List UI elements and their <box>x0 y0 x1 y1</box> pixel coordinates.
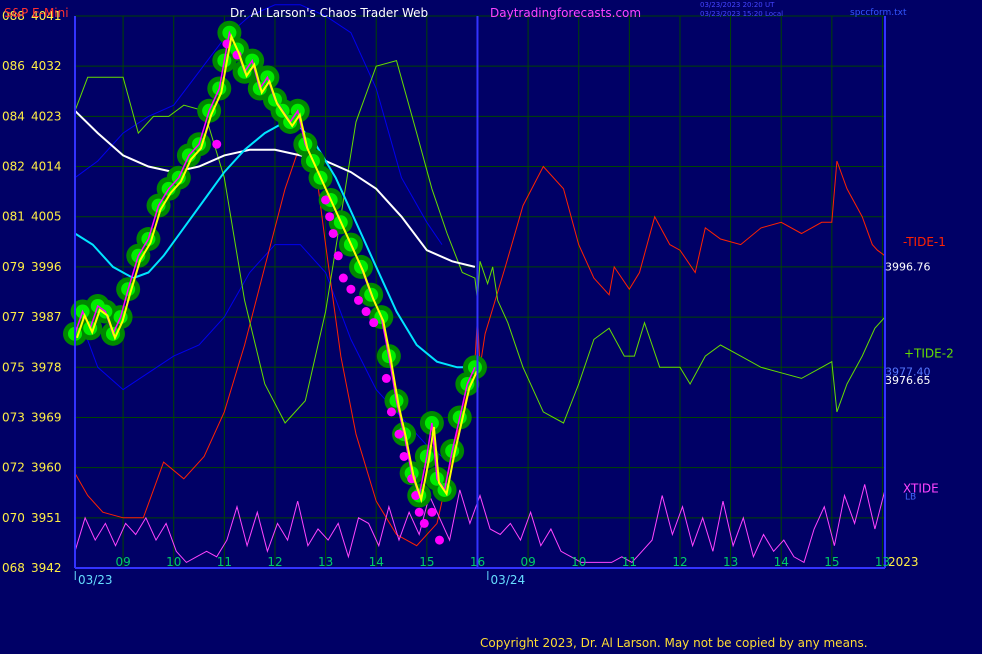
y-tick-left: 081 <box>2 210 25 224</box>
x-tick-label: 13 <box>318 555 333 569</box>
price-marker-dot <box>354 295 363 305</box>
header-time-local: 03/23/2023 15:20 Local <box>700 10 783 18</box>
header-time-ut: 03/23/2023 20:20 UT <box>700 1 775 9</box>
xtide-line <box>74 484 886 564</box>
y-tick-right: 3942 <box>31 561 62 575</box>
date-label: 03/24 <box>491 573 526 587</box>
price-marker-dot <box>333 251 343 261</box>
header-site: Daytradingforecasts.com <box>490 6 641 20</box>
x-tick-label: 14 <box>774 555 789 569</box>
price-marker-dot <box>346 284 356 294</box>
last-value-label: 3996.76 <box>885 261 931 274</box>
price-marker-dot <box>427 507 437 517</box>
upper-band-line <box>74 4 443 245</box>
tide-1-line <box>74 143 886 547</box>
price-marker-dot <box>369 318 379 328</box>
price-marker-dot <box>381 373 391 383</box>
y-tick-left: 086 <box>2 59 25 73</box>
y-tick-right: 4014 <box>31 160 62 174</box>
y-tick-right: 4023 <box>31 109 62 123</box>
y-tick-right: 3951 <box>31 511 62 525</box>
header-author: Dr. Al Larson's Chaos Trader Web <box>230 6 428 20</box>
y-tick-right: 3969 <box>31 410 62 424</box>
date-label: 03/23 <box>78 573 113 587</box>
x-tick-label: 09 <box>115 555 130 569</box>
x-tick-label: 14 <box>369 555 384 569</box>
x-tick-label: 15 <box>824 555 839 569</box>
y-tick-left: 077 <box>2 310 25 324</box>
price-marker-dot <box>394 429 404 439</box>
y-tick-left: 075 <box>2 360 25 374</box>
series-label: LB <box>905 493 916 503</box>
series-label: -TIDE-1 <box>903 235 946 249</box>
y-tick-left: 068 <box>2 561 25 575</box>
y-tick-right: 3996 <box>31 260 62 274</box>
y-tick-left: 073 <box>2 410 25 424</box>
header-file: spccform.txt <box>850 8 907 18</box>
price-marker-dot <box>419 518 429 528</box>
y-tick-right: 3978 <box>31 360 62 374</box>
price-marker-dot <box>338 273 348 283</box>
series-labels: -TIDE-1+TIDE-2XTIDELB3996.763977.403976.… <box>885 235 954 503</box>
header-symbol: S&P E-Mini <box>4 6 69 20</box>
y-tick-right: 4032 <box>31 59 62 73</box>
price-marker-dot <box>212 139 222 149</box>
price-marker-dot <box>325 212 335 222</box>
x-tick-label: 13 <box>723 555 738 569</box>
price-bar <box>467 360 482 375</box>
x-tick-label: 10 <box>571 555 586 569</box>
copyright-footer: Copyright 2023, Dr. Al Larson. May not b… <box>480 636 868 650</box>
last-value-label: 3976.65 <box>885 374 931 387</box>
y-tick-left: 082 <box>2 160 25 174</box>
y-tick-right: 3960 <box>31 461 62 475</box>
series-label: +TIDE-2 <box>904 346 954 360</box>
x-tick-label: 11 <box>622 555 637 569</box>
x-tick-label: 12 <box>672 555 687 569</box>
price-marker-dot <box>435 535 444 545</box>
y-tick-left: 084 <box>2 109 25 123</box>
x-tick-label: 12 <box>267 555 282 569</box>
x-tick-label: 15 <box>419 555 434 569</box>
chaos-trader-chart: 088 4041086 4032084 4023082 4014081 4005079 39… <box>2 1 954 650</box>
y-tick-right: 3987 <box>31 310 62 324</box>
plot-frame <box>74 16 886 569</box>
y-tick-left: 070 <box>2 511 25 525</box>
x-tick-label: 11 <box>217 555 232 569</box>
y-tick-left: 072 <box>2 461 25 475</box>
y-tick-right: 4005 <box>31 210 62 224</box>
price-marker-dot <box>414 507 424 517</box>
y-tick-left: 079 <box>2 260 25 274</box>
price-marker-dot <box>399 451 409 461</box>
price-marker-dot <box>386 407 396 417</box>
year-label: 2023 <box>888 555 919 569</box>
grid <box>75 15 885 569</box>
x-tick-label: 16 <box>470 555 485 569</box>
chart-area: 088 4041 086 4032 084 4023 082 4014 081 4005 079 39… <box>0 0 982 650</box>
price-marker-dot <box>361 307 371 317</box>
price-marker-dot <box>328 228 338 238</box>
x-tick-label: 09 <box>520 555 535 569</box>
x-tick-label: 10 <box>166 555 181 569</box>
